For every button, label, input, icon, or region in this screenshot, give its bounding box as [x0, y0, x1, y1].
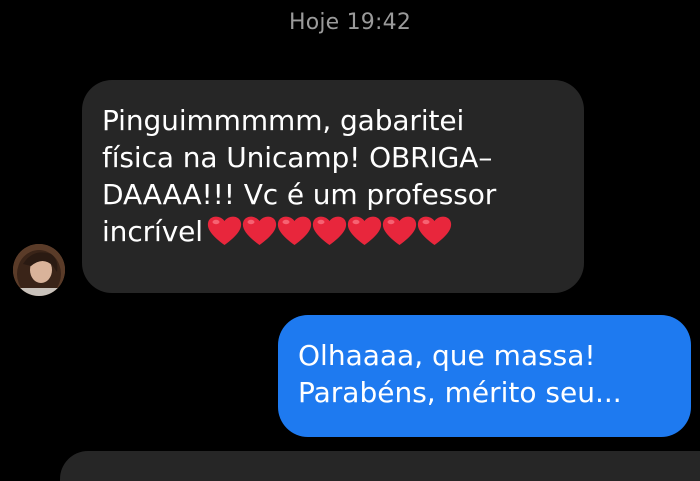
heart-emoji-icon: [312, 216, 347, 245]
message-line: Olhaaaa, que massa!: [298, 339, 596, 372]
avatar[interactable]: [13, 244, 65, 296]
heart-highlight: [212, 219, 220, 225]
heart-highlight: [352, 219, 360, 225]
heart-emoji-icon: [207, 216, 242, 245]
received-message-bubble[interactable]: Pinguimmmmm, gabaritei física na Unicamp…: [82, 80, 584, 293]
message-line: Pinguimmmmm, gabaritei: [102, 104, 465, 137]
heart-highlight: [317, 219, 325, 225]
message-line: DAAAA!!! Vc é um professor: [102, 178, 497, 211]
heart-emoji-icon: [242, 216, 277, 245]
heart-highlight: [422, 219, 430, 225]
heart-highlight: [387, 219, 395, 225]
message-line: física na Unicamp! OBRIGA–: [102, 141, 493, 174]
message-line: Parabéns, mérito seu...: [298, 376, 622, 409]
heart-highlight: [247, 219, 255, 225]
heart-emoji-icon: [347, 216, 382, 245]
heart-highlight: [282, 219, 290, 225]
next-message-bubble[interactable]: [60, 451, 700, 481]
heart-emoji-group: [207, 213, 452, 247]
message-line-last: incrível: [102, 213, 564, 250]
heart-emoji-icon: [382, 216, 417, 245]
message-text: incrível: [102, 215, 203, 248]
avatar-photo: [13, 244, 65, 296]
sent-message-bubble[interactable]: Olhaaaa, que massa! Parabéns, mérito seu…: [278, 315, 691, 437]
heart-emoji-icon: [277, 216, 312, 245]
date-separator: Hoje 19:42: [288, 10, 412, 35]
heart-emoji-icon: [417, 216, 452, 245]
